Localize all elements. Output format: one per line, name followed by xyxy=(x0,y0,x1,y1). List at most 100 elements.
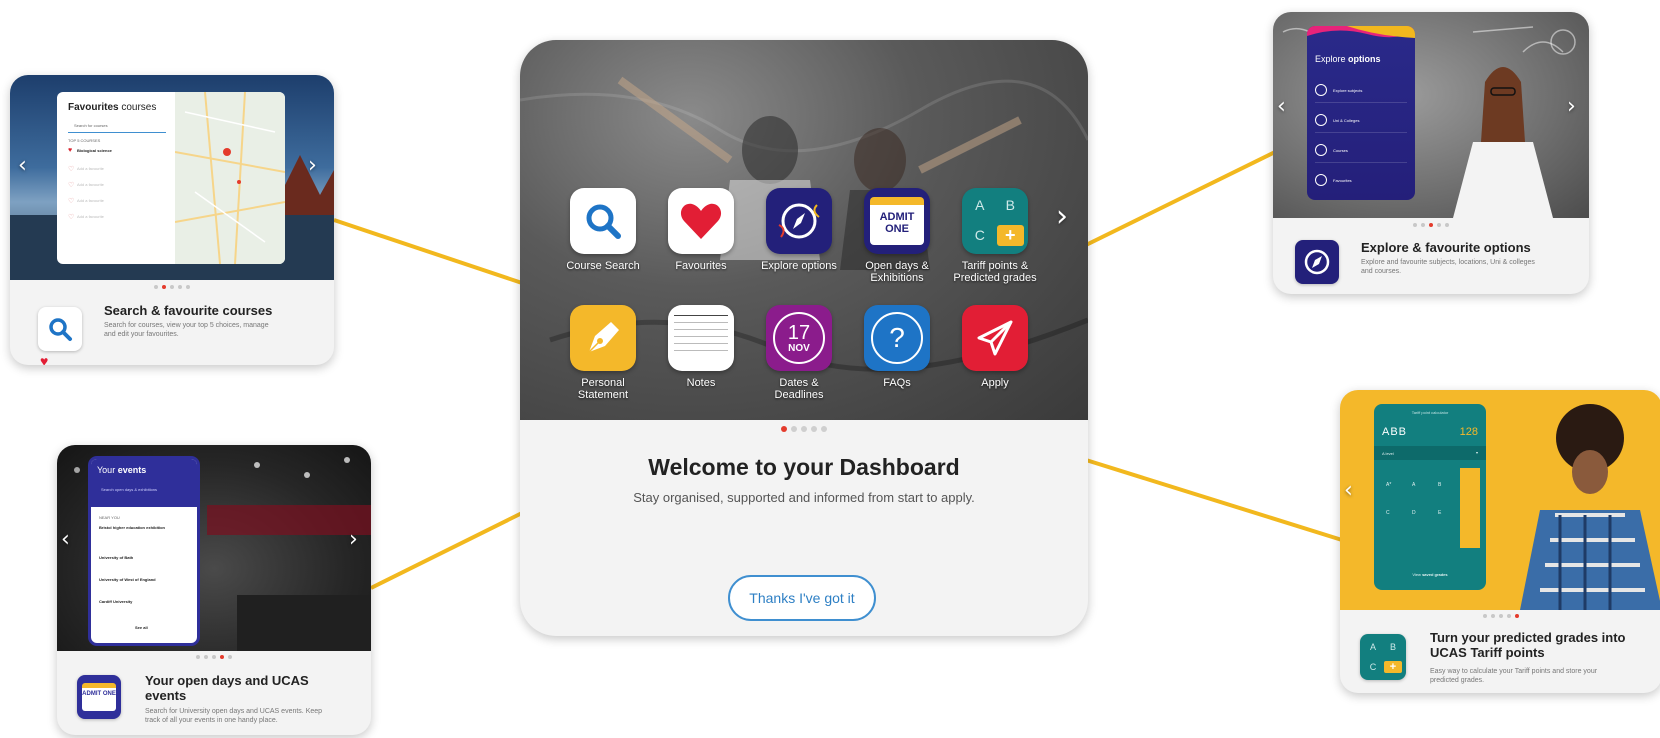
carousel-prev-icon[interactable]: ‹ xyxy=(1344,480,1353,502)
grade-key[interactable]: C xyxy=(1386,510,1390,516)
dot-active[interactable] xyxy=(220,655,224,659)
grades-value: ABB xyxy=(1382,426,1408,438)
tariff-card-hero: Tariff point calculator ABB 128 A level … xyxy=(1340,390,1660,610)
event-item[interactable]: Bristol higher education exhibition xyxy=(99,525,191,530)
app-open-days[interactable]: ADMIT ONE Open days & Exhibitions xyxy=(852,188,942,284)
explore-menu-item[interactable]: Uni & Colleges xyxy=(1333,118,1359,123)
dot[interactable] xyxy=(1445,223,1449,227)
calendar-month: NOV xyxy=(788,342,810,354)
dashboard-modal: Course Search Favourites Explore options… xyxy=(520,40,1088,636)
divider xyxy=(1315,102,1407,103)
dot[interactable] xyxy=(154,285,158,289)
ticket-icon: ADMIT ONE xyxy=(864,188,930,254)
grade-key[interactable]: A* xyxy=(1386,482,1391,488)
carousel-next-icon[interactable]: › xyxy=(1567,96,1576,118)
saved-grades-link[interactable]: View saved grades xyxy=(1374,572,1486,577)
chevron-down-icon[interactable]: ▾ xyxy=(1476,450,1478,455)
app-dates-deadlines[interactable]: 17 NOV Dates & Deadlines xyxy=(754,305,844,401)
events-card-title: Your open days and UCAS events xyxy=(145,673,309,703)
app-explore-options[interactable]: Explore options xyxy=(754,188,844,272)
app-personal-statement[interactable]: Personal Statement xyxy=(558,305,648,401)
grade-letter: B xyxy=(1389,641,1396,652)
dot[interactable] xyxy=(1491,614,1495,618)
app-faqs[interactable]: ? FAQs xyxy=(852,305,942,389)
grade-letter: C xyxy=(1369,661,1377,672)
search-feature-card: Favourites courses Search for courses TO… xyxy=(10,75,334,365)
dot-active[interactable] xyxy=(1429,223,1433,227)
event-item[interactable]: Cardiff University xyxy=(99,599,191,604)
see-all-link[interactable]: See all xyxy=(135,625,148,630)
dot[interactable] xyxy=(212,655,216,659)
dot[interactable] xyxy=(186,285,190,289)
empty-favourite-slot[interactable]: Add a favourite xyxy=(77,182,104,187)
dot-active[interactable] xyxy=(781,426,787,432)
dot[interactable] xyxy=(801,426,807,432)
grade-key[interactable]: A xyxy=(1412,482,1415,488)
connector-tariff xyxy=(1085,458,1343,542)
dot[interactable] xyxy=(1499,614,1503,618)
events-screen: Your events Search open days & exhibitio… xyxy=(91,459,197,643)
event-item[interactable]: University of West of England xyxy=(99,577,191,582)
empty-favourite-slot[interactable]: Add a favourite xyxy=(77,166,104,171)
dot[interactable] xyxy=(1437,223,1441,227)
carousel-next-icon[interactable]: › xyxy=(349,529,358,551)
carousel-dots xyxy=(1340,614,1660,618)
carousel-prev-icon[interactable]: ‹ xyxy=(18,155,27,177)
dot[interactable] xyxy=(811,426,817,432)
dot-active[interactable] xyxy=(1515,614,1519,618)
app-apply[interactable]: Apply xyxy=(950,305,1040,389)
explore-card-hero: Explore options Explore subjects Uni & C… xyxy=(1273,12,1589,218)
favourite-course-item[interactable]: Biological science xyxy=(77,148,112,153)
dot-active[interactable] xyxy=(162,285,166,289)
app-tariff-points[interactable]: A B C + Tariff points & Predicted grades xyxy=(950,188,1040,284)
app-label: Personal Statement xyxy=(577,377,629,401)
heart-icon xyxy=(668,188,734,254)
divider xyxy=(1315,132,1407,133)
app-favourites[interactable]: Favourites xyxy=(656,188,746,272)
app-notes[interactable]: Notes xyxy=(656,305,746,389)
dot[interactable] xyxy=(178,285,182,289)
grade-key[interactable]: B xyxy=(1438,482,1441,488)
grade-key[interactable]: D xyxy=(1412,510,1416,516)
carousel-next-icon[interactable]: › xyxy=(308,155,317,177)
note-line xyxy=(674,350,728,351)
dot[interactable] xyxy=(228,655,232,659)
screen-wave-decoration xyxy=(1307,26,1415,38)
dot[interactable] xyxy=(1507,614,1511,618)
heart-outline-icon: ♡ xyxy=(68,166,75,173)
plus-icon: + xyxy=(1384,660,1402,673)
dot[interactable] xyxy=(791,426,797,432)
carousel-prev-icon[interactable]: ‹ xyxy=(61,529,70,551)
search-icon xyxy=(570,188,636,254)
grade-key[interactable]: E xyxy=(1438,510,1441,516)
action-keys-column[interactable] xyxy=(1460,468,1480,548)
event-item[interactable]: University of Bath xyxy=(99,555,191,560)
app-course-search[interactable]: Course Search xyxy=(558,188,648,272)
dot[interactable] xyxy=(1421,223,1425,227)
compass-icon xyxy=(766,188,832,254)
top-courses-label: TOP 5 COURSES xyxy=(68,138,101,143)
heart-outline-icon: ♡ xyxy=(68,198,75,205)
carousel-next-icon[interactable]: › xyxy=(1056,202,1068,232)
carousel-prev-icon[interactable]: ‹ xyxy=(1277,96,1286,118)
app-label: Favourites xyxy=(675,260,727,272)
thanks-got-it-button[interactable]: Thanks I've got it xyxy=(728,575,876,621)
empty-favourite-slot[interactable]: Add a favourite xyxy=(77,198,104,203)
dot[interactable] xyxy=(170,285,174,289)
dot[interactable] xyxy=(196,655,200,659)
explore-menu-item[interactable]: Favourites xyxy=(1333,178,1352,183)
app-label: Open days & Exhibitions xyxy=(865,260,929,284)
events-screen-title: Your events xyxy=(97,465,147,475)
empty-favourite-slot[interactable]: Add a favourite xyxy=(77,214,104,219)
dot[interactable] xyxy=(821,426,827,432)
course-map xyxy=(174,92,285,264)
search-underline xyxy=(68,132,166,133)
explore-menu-item[interactable]: Courses xyxy=(1333,148,1348,153)
events-card-description: Search for University open days and UCAS… xyxy=(145,708,323,724)
explore-menu-item[interactable]: Explore subjects xyxy=(1333,88,1362,93)
dot[interactable] xyxy=(204,655,208,659)
tariff-feature-card: Tariff point calculator ABB 128 A level … xyxy=(1340,390,1660,693)
question-icon: ? xyxy=(864,305,930,371)
dot[interactable] xyxy=(1483,614,1487,618)
dot[interactable] xyxy=(1413,223,1417,227)
